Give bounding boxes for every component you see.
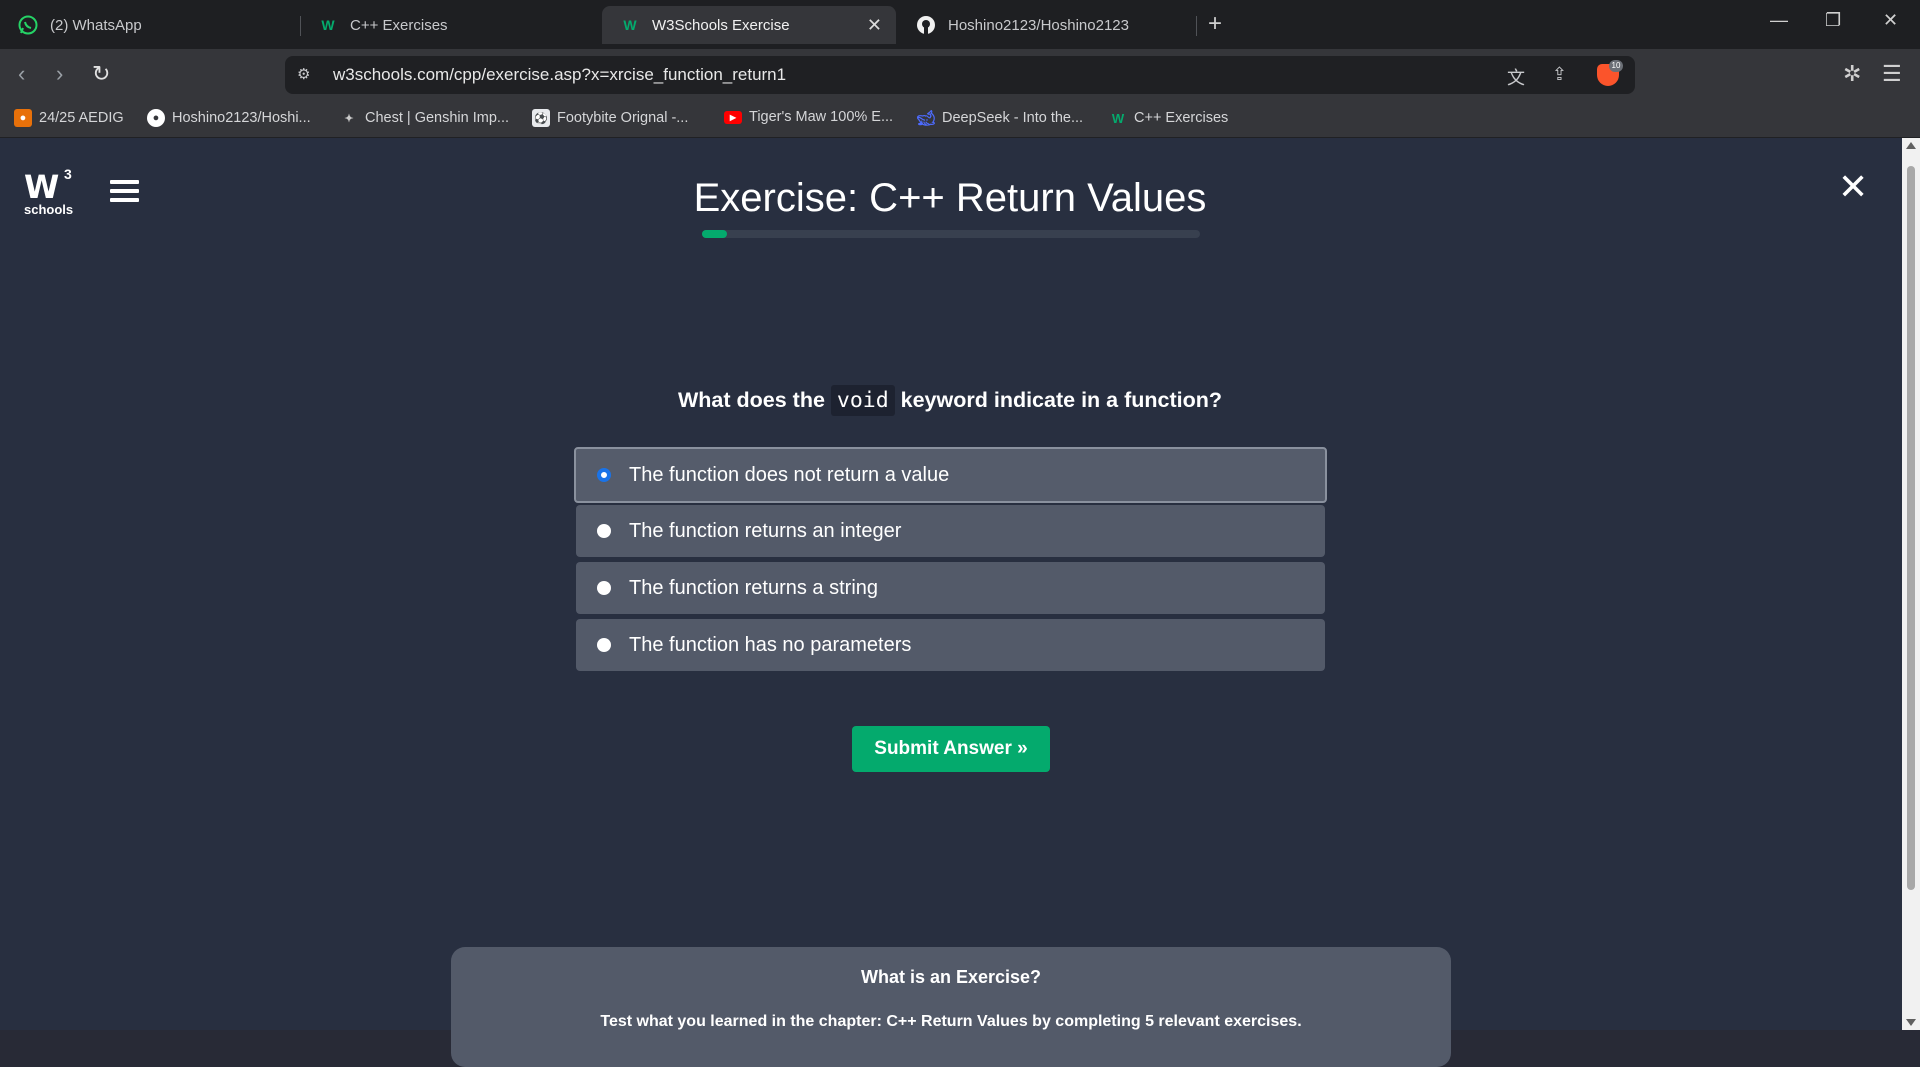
info-title: What is an Exercise? bbox=[860, 967, 1042, 987]
bookmark-deepseek[interactable]: 🐋︎ DeepSeek - Into the... bbox=[916, 109, 1084, 127]
w3schools-icon: W bbox=[623, 17, 637, 33]
bookmark-label: Tiger's Maw 100% E... bbox=[749, 109, 894, 125]
bookmark-youtube[interactable]: ▶ Tiger's Maw 100% E... bbox=[724, 109, 893, 125]
scrollbar-thumb[interactable] bbox=[1907, 166, 1915, 890]
tab-label: C++ Exercises bbox=[350, 16, 448, 34]
w3schools-icon: W bbox=[321, 17, 335, 33]
bookmark-label: DeepSeek - Into the... bbox=[942, 110, 1084, 126]
submit-answer-button[interactable]: Submit Answer » bbox=[852, 726, 1050, 772]
bookmarks-bar: ● 24/25 AEDIG ● Hoshino2123/Hoshi... ✦ C… bbox=[0, 101, 1920, 138]
tab-bar: (2) WhatsApp W C++ Exercises W W3Schools… bbox=[0, 0, 1920, 49]
reload-icon[interactable]: ↻ bbox=[92, 61, 110, 87]
bookmark-label: Chest | Genshin Imp... bbox=[365, 110, 509, 126]
radio-button[interactable] bbox=[597, 581, 611, 595]
forward-icon[interactable]: › bbox=[56, 61, 63, 87]
new-tab-button[interactable]: + bbox=[1208, 10, 1222, 38]
option-label: The function returns a string bbox=[629, 576, 879, 599]
close-icon[interactable]: ✕ bbox=[1838, 166, 1868, 208]
code-keyword: void bbox=[830, 385, 895, 416]
site-settings-icon[interactable]: ⚙ bbox=[297, 65, 310, 83]
tab-label: W3Schools Exercise bbox=[652, 16, 790, 34]
url-text[interactable]: w3schools.com/cpp/exercise.asp?x=xrcise_… bbox=[333, 65, 786, 85]
extensions-icon[interactable]: ✲ bbox=[1843, 61, 1861, 87]
radio-button[interactable] bbox=[597, 468, 611, 482]
w3schools-icon: W bbox=[1111, 110, 1125, 126]
info-card: What is an Exercise? Test what you learn… bbox=[451, 947, 1451, 1067]
progress-fill bbox=[702, 230, 727, 238]
restore-icon[interactable]: ❐ bbox=[1825, 10, 1841, 31]
page-content: W 3 schools Exercise: C++ Return Values … bbox=[0, 138, 1902, 1067]
navigation-bar: ‹ › ↻ ⚙ w3schools.com/cpp/exercise.asp?x… bbox=[0, 49, 1920, 101]
bookmark-genshin[interactable]: ✦ Chest | Genshin Imp... bbox=[340, 109, 509, 127]
answer-option[interactable]: The function has no parameters bbox=[576, 619, 1325, 671]
tab-label: (2) WhatsApp bbox=[50, 16, 142, 34]
user-icon: ● bbox=[14, 109, 32, 127]
bookmark-label: C++ Exercises bbox=[1134, 110, 1229, 126]
w3schools-logo[interactable]: W 3 schools bbox=[24, 166, 73, 217]
github-icon bbox=[916, 15, 936, 35]
progress-bar bbox=[702, 230, 1200, 238]
bookmark-label: 24/25 AEDIG bbox=[39, 110, 124, 126]
option-label: The function returns an integer bbox=[629, 519, 902, 542]
minimize-icon[interactable]: — bbox=[1770, 10, 1788, 31]
football-icon: ⚽ bbox=[532, 109, 550, 127]
genshin-icon: ✦ bbox=[344, 112, 354, 125]
tab-w3schools-exercise[interactable]: W W3Schools Exercise ✕ bbox=[602, 6, 896, 44]
info-text: Test what you learned in the chapter: C+… bbox=[600, 1013, 1302, 1030]
bookmark-cpp-exercises[interactable]: W C++ Exercises bbox=[1109, 109, 1228, 127]
answer-option[interactable]: The function returns an integer bbox=[576, 505, 1325, 557]
scroll-up-icon[interactable] bbox=[1906, 142, 1916, 149]
vertical-scrollbar[interactable] bbox=[1902, 138, 1920, 1030]
answer-option[interactable]: The function does not return a value bbox=[574, 447, 1327, 503]
tab-whatsapp[interactable]: (2) WhatsApp bbox=[0, 6, 300, 44]
radio-button[interactable] bbox=[597, 638, 611, 652]
shields-count-badge: 10 bbox=[1609, 60, 1623, 72]
address-bar[interactable]: ⚙ w3schools.com/cpp/exercise.asp?x=xrcis… bbox=[285, 56, 1635, 94]
share-icon[interactable]: ⇪ bbox=[1552, 64, 1567, 85]
menu-icon[interactable]: ☰ bbox=[1882, 61, 1902, 87]
close-tab-icon[interactable]: ✕ bbox=[867, 15, 882, 36]
answer-option[interactable]: The function returns a string bbox=[576, 562, 1325, 614]
bookmark-label: Hoshino2123/Hoshi... bbox=[172, 110, 311, 126]
window-close-icon[interactable]: ✕ bbox=[1883, 10, 1898, 31]
tab-cpp-exercises[interactable]: W C++ Exercises bbox=[300, 6, 600, 44]
translate-icon[interactable]: 文 bbox=[1507, 64, 1525, 90]
bookmark-footybite[interactable]: ⚽ Footybite Orignal -... bbox=[532, 109, 688, 127]
tab-github[interactable]: Hoshino2123/Hoshino2123 bbox=[898, 6, 1198, 44]
back-icon[interactable]: ‹ bbox=[18, 61, 25, 87]
github-icon: ● bbox=[147, 109, 165, 127]
option-label: The function does not return a value bbox=[629, 463, 950, 486]
hamburger-menu-icon[interactable] bbox=[110, 180, 139, 207]
youtube-icon: ▶ bbox=[724, 110, 742, 124]
radio-button[interactable] bbox=[597, 524, 611, 538]
bookmark-label: Footybite Orignal -... bbox=[557, 110, 689, 126]
page-title: Exercise: C++ Return Values bbox=[693, 176, 1207, 220]
whatsapp-icon bbox=[18, 15, 38, 35]
option-label: The function has no parameters bbox=[629, 633, 912, 656]
bookmark-github[interactable]: ● Hoshino2123/Hoshi... bbox=[147, 109, 311, 127]
question-text: What does the void keyword indicate in a… bbox=[560, 385, 1340, 416]
tab-label: Hoshino2123/Hoshino2123 bbox=[948, 16, 1129, 34]
deepseek-icon: 🐋︎ bbox=[916, 110, 936, 127]
bookmark-aedig[interactable]: ● 24/25 AEDIG bbox=[14, 109, 124, 127]
scroll-down-icon[interactable] bbox=[1906, 1019, 1916, 1026]
